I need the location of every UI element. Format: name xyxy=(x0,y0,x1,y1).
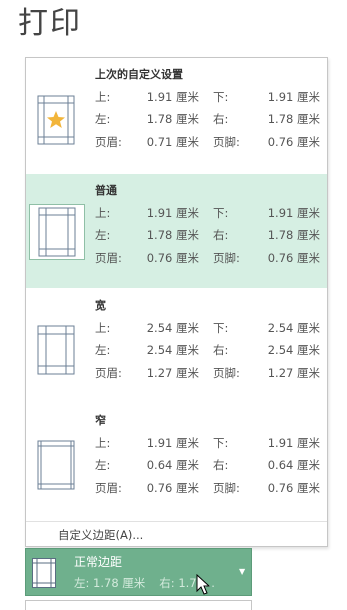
mouse-cursor-icon xyxy=(196,574,211,595)
margin-row-top-bottom: 上: 2.54 厘米 下: 2.54 厘米 xyxy=(95,321,320,335)
margin-row-left-right: 左: 0.64 厘米 右: 0.64 厘米 xyxy=(95,458,320,472)
margin-row-header-footer: 页眉: 0.76 厘米 页脚: 0.76 厘米 xyxy=(95,251,320,265)
dropdown-title: 正常边距 xyxy=(74,555,123,569)
panel-divider xyxy=(26,521,327,522)
margin-row-header-footer: 页眉: 0.76 厘米 页脚: 0.76 厘米 xyxy=(95,481,320,495)
margin-row-top-bottom: 上: 1.91 厘米 下: 1.91 厘米 xyxy=(95,206,320,220)
margins-dropdown-panel: 上次的自定义设置 上: 1.91 厘米 下: 1.91 厘米 左: 1.78 厘米 右… xyxy=(25,57,328,547)
margins-page-icon xyxy=(32,558,56,588)
custom-margins-link[interactable]: 自定义边距(A)... xyxy=(58,527,143,543)
margin-row-top-bottom: 上: 1.91 厘米 下: 1.91 厘米 xyxy=(95,90,320,104)
preset-wide[interactable]: 宽 上: 2.54 厘米 下: 2.54 厘米 左: 2.54 厘米 右: 2.54 厘… xyxy=(26,289,327,403)
chevron-down-icon: ▼ xyxy=(239,567,246,576)
preset-last-custom[interactable]: 上次的自定义设置 上: 1.91 厘米 下: 1.91 厘米 左: 1.78 厘米 右… xyxy=(26,58,327,172)
preset-narrow[interactable]: 窄 上: 1.91 厘米 下: 1.91 厘米 左: 0.64 厘米 右: 0.64 厘… xyxy=(26,404,327,518)
preset-name: 普通 xyxy=(95,184,117,197)
margins-dropdown-button[interactable]: 正常边距 左: 1.78 厘米 右: 1.78... ▼ xyxy=(25,548,252,596)
margin-row-left-right: 左: 2.54 厘米 右: 2.54 厘米 xyxy=(95,343,320,357)
margin-row-left-right: 左: 1.78 厘米 右: 1.78 厘米 xyxy=(95,228,320,242)
preset-name: 上次的自定义设置 xyxy=(95,68,183,81)
page-title: 打印 xyxy=(18,6,82,41)
margin-row-header-footer: 页眉: 1.27 厘米 页脚: 1.27 厘米 xyxy=(95,366,320,380)
margin-row-top-bottom: 上: 1.91 厘米 下: 1.91 厘米 xyxy=(95,436,320,450)
preset-name: 宽 xyxy=(95,299,106,312)
margin-row-header-footer: 页眉: 0.71 厘米 页脚: 0.76 厘米 xyxy=(95,135,320,149)
dropdown-left-value: 左: 1.78 厘米 xyxy=(74,576,146,590)
preset-name: 窄 xyxy=(95,414,106,427)
next-setting-box[interactable] xyxy=(25,600,252,610)
preset-normal[interactable]: 普通 上: 1.91 厘米 下: 1.91 厘米 左: 1.78 厘米 右: 1.78 … xyxy=(26,174,327,288)
margin-row-left-right: 左: 1.78 厘米 右: 1.78 厘米 xyxy=(95,112,320,126)
